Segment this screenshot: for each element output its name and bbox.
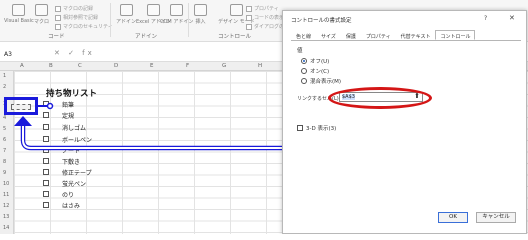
- tab-protection[interactable]: 保護: [341, 30, 361, 40]
- tab-size[interactable]: サイズ: [316, 30, 341, 40]
- dialog-tabs: 色と線 サイズ 保護 プロパティ 代替テキスト コントロール: [291, 30, 476, 40]
- tab-divider: [291, 40, 521, 41]
- checkbox-icon: [297, 125, 303, 131]
- radio-unchecked[interactable]: オフ(U): [301, 57, 329, 65]
- cancel-button[interactable]: キャンセル: [476, 212, 516, 223]
- radio-selected-icon: [301, 58, 307, 64]
- tab-colors-lines[interactable]: 色と線: [291, 30, 316, 40]
- radio-mixed[interactable]: 混合表示(M): [301, 77, 341, 85]
- highlight-ellipse: [328, 87, 432, 109]
- help-icon[interactable]: ?: [484, 15, 487, 22]
- value-label: 値: [297, 48, 303, 54]
- link-arrow-head: [14, 116, 32, 126]
- radio-checked[interactable]: オン(C): [301, 67, 329, 75]
- tab-control[interactable]: コントロール: [435, 30, 476, 40]
- close-icon[interactable]: ✕: [509, 14, 515, 22]
- tab-alt-text[interactable]: 代替テキスト: [396, 30, 436, 40]
- ok-button[interactable]: OK: [438, 212, 468, 223]
- format-control-dialog: コントロールの書式設定 ? ✕ 色と線 サイズ 保護 プロパティ 代替テキスト …: [282, 10, 527, 234]
- tab-properties[interactable]: プロパティ: [361, 30, 396, 40]
- dialog-title: コントロールの書式設定: [291, 18, 352, 24]
- excel-window: Visual Basic マクロ マクロの記録 相対参照で記録 マクロのセキュリ…: [0, 0, 528, 234]
- link-arrow-knob: [46, 102, 54, 110]
- radio-icon: [301, 68, 307, 74]
- radio-icon: [301, 78, 307, 84]
- shading-3d-checkbox[interactable]: 3-D 表示(3): [297, 124, 336, 132]
